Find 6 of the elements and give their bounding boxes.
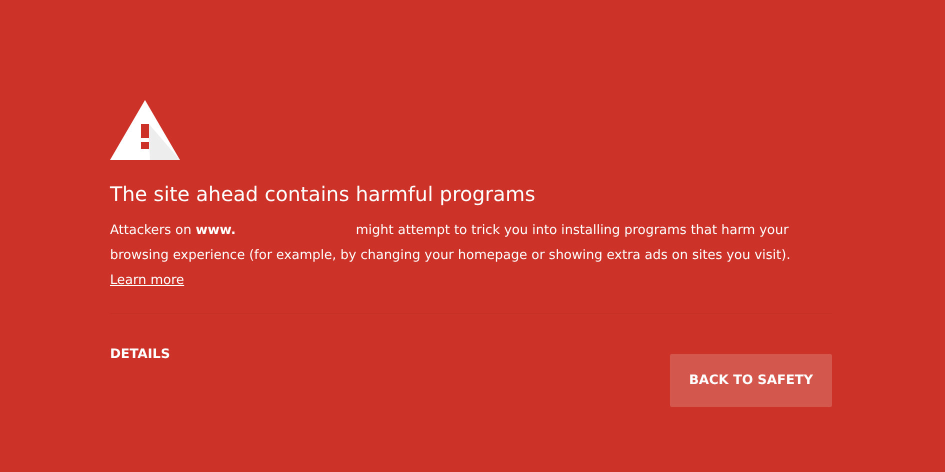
warning-message: Attackers on www. might attempt to trick you into installing programs that harm your browsing experience (for example, by changing your homepage or showing extra ads on sites you visit). Learn more xyxy=(110,222,792,290)
details-button[interactable]: DETAILS xyxy=(110,347,170,362)
learn-more-link[interactable]: Learn more xyxy=(110,273,184,288)
warning-icon xyxy=(110,100,180,160)
back-to-safety-button[interactable]: BACK TO SAFETY xyxy=(670,354,832,407)
page-heading: The site ahead contains harmful programs xyxy=(110,182,536,206)
